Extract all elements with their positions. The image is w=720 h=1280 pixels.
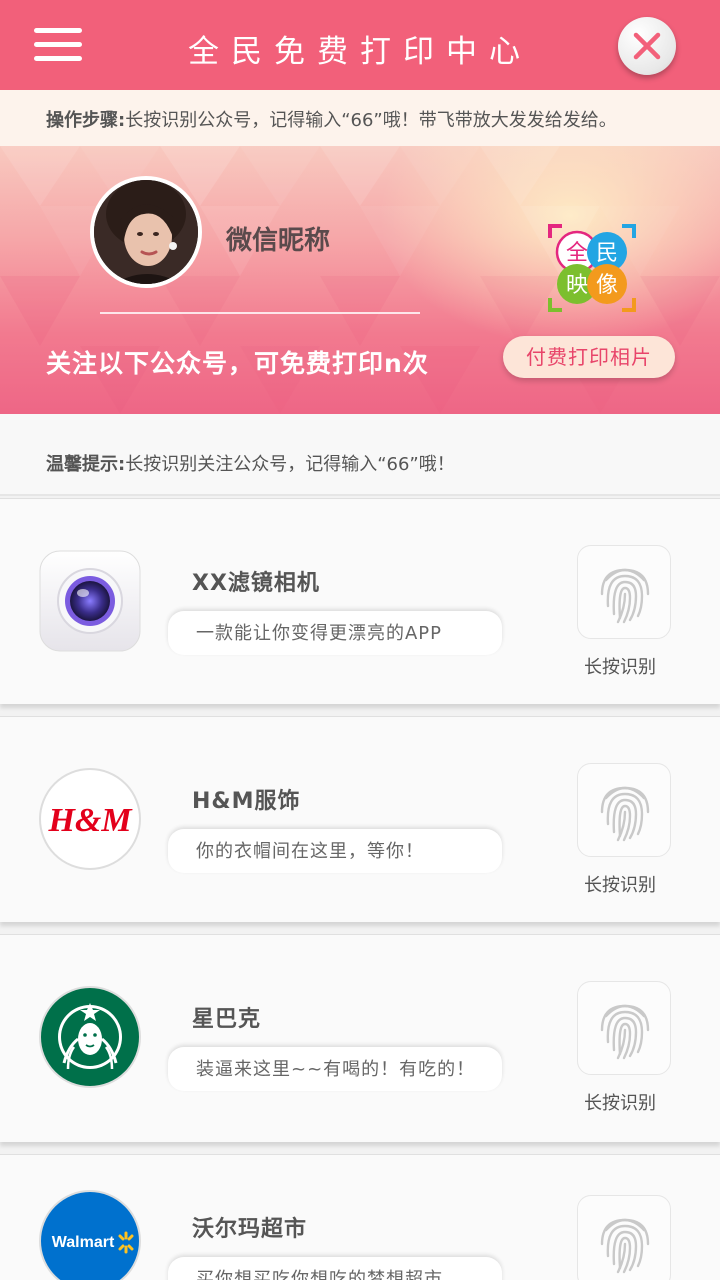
account-card-3[interactable]: 星巴克 装逼来这里~~有喝的！有吃的！ 长按识别 bbox=[0, 934, 720, 1142]
profile-banner: 微信昵称 全 民 映 像 关注以下公众号，可免费打印n次 付费打印相片 bbox=[0, 146, 720, 414]
fingerprint-icon[interactable] bbox=[577, 981, 671, 1075]
account-name: H&M服饰 bbox=[192, 789, 301, 814]
paid-print-button[interactable]: 付费打印相片 bbox=[503, 336, 675, 378]
tip-bar: 温馨提示:长按识别关注公众号，记得输入“66”哦！ bbox=[0, 414, 720, 496]
banner-divider bbox=[100, 312, 420, 314]
account-card-4[interactable]: Walmart 沃尔玛超市 买你想买吃你想吃的梦想超市 bbox=[0, 1154, 720, 1280]
steps-label: 操作步骤: bbox=[46, 110, 126, 131]
walmart-logo-icon: Walmart bbox=[39, 1190, 141, 1280]
fingerprint-icon[interactable] bbox=[577, 545, 671, 639]
starbucks-logo-icon bbox=[39, 986, 141, 1088]
logo-char-4: 像 bbox=[596, 273, 618, 298]
steps-bar: 操作步骤:长按识别公众号，记得输入“66”哦！带飞带放大发发给发给。 bbox=[0, 90, 720, 146]
logo-char-1: 全 bbox=[566, 241, 588, 266]
logo-char-2: 民 bbox=[596, 241, 618, 266]
hamburger-icon[interactable] bbox=[34, 28, 84, 62]
close-icon[interactable] bbox=[618, 17, 676, 75]
account-card-2[interactable]: H&M H&M服饰 你的衣帽间在这里，等你！ 长按识别 bbox=[0, 716, 720, 922]
long-press-label: 长按识别 bbox=[584, 1093, 656, 1114]
fingerprint-icon[interactable] bbox=[577, 763, 671, 857]
tip-label: 温馨提示: bbox=[46, 454, 126, 475]
follow-text: 关注以下公众号，可免费打印n次 bbox=[46, 349, 429, 378]
avatar[interactable] bbox=[90, 176, 202, 288]
app-header: 全民免费打印中心 bbox=[0, 0, 720, 90]
logo-char-3: 映 bbox=[566, 273, 588, 298]
account-desc: 一款能让你变得更漂亮的APP bbox=[168, 611, 502, 655]
nickname: 微信昵称 bbox=[226, 226, 331, 256]
account-desc: 买你想买吃你想吃的梦想超市 bbox=[168, 1257, 502, 1280]
tip-text: 长按识别关注公众号，记得输入“66”哦！ bbox=[125, 454, 455, 475]
walmart-logo-text: Walmart bbox=[52, 1234, 115, 1251]
account-desc: 装逼来这里~~有喝的！有吃的！ bbox=[168, 1047, 502, 1091]
account-desc: 你的衣帽间在这里，等你！ bbox=[168, 829, 502, 873]
fingerprint-icon[interactable] bbox=[577, 1195, 671, 1280]
quanmin-yingxiang-logo-icon: 全 民 映 像 bbox=[548, 224, 636, 312]
page-title: 全民免费打印中心 bbox=[188, 34, 532, 70]
steps-text: 长按识别公众号，记得输入“66”哦！带飞带放大发发给发给。 bbox=[125, 110, 617, 131]
camera-icon bbox=[39, 550, 141, 652]
account-name: XX滤镜相机 bbox=[192, 571, 320, 596]
long-press-label: 长按识别 bbox=[584, 657, 656, 678]
account-card-1[interactable]: XX滤镜相机 一款能让你变得更漂亮的APP 长按识别 bbox=[0, 498, 720, 704]
hm-logo-text: H&M bbox=[47, 802, 133, 839]
hm-logo-icon: H&M bbox=[39, 768, 141, 870]
account-name: 沃尔玛超市 bbox=[192, 1217, 308, 1242]
long-press-label: 长按识别 bbox=[584, 875, 656, 896]
account-name: 星巴克 bbox=[192, 1007, 262, 1032]
